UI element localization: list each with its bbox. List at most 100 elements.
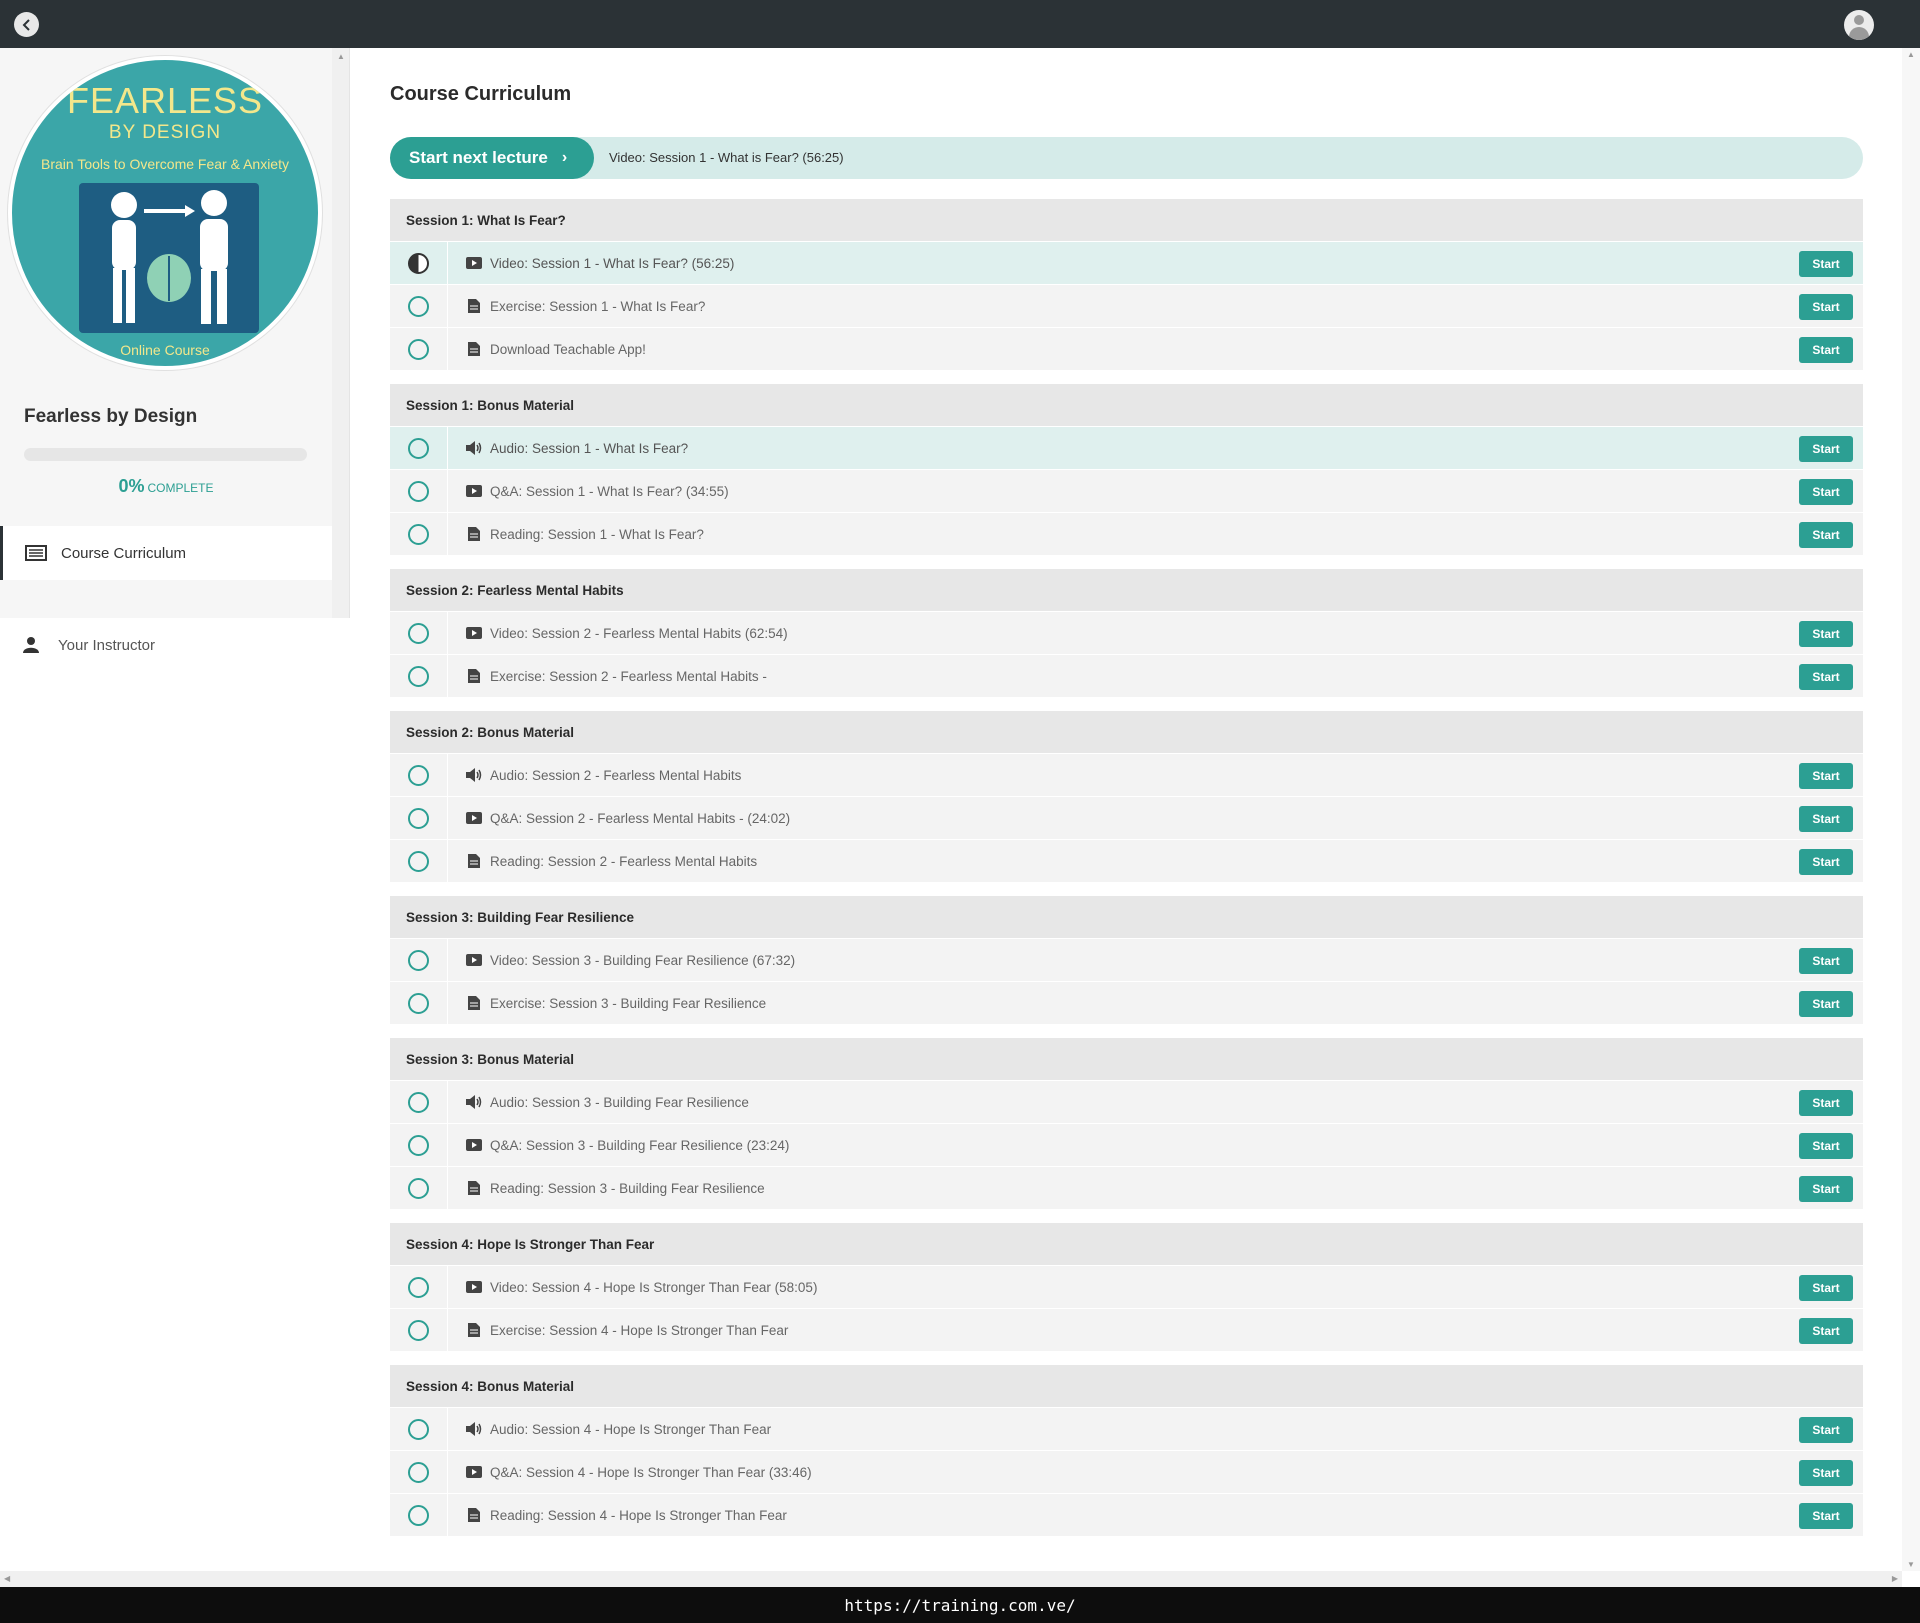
lecture-title[interactable]: Exercise: Session 1 - What Is Fear? bbox=[490, 299, 705, 314]
lecture-title[interactable]: Reading: Session 4 - Hope Is Stronger Th… bbox=[490, 1508, 787, 1523]
completion-circle-icon bbox=[408, 1418, 429, 1440]
chevron-right-icon: › bbox=[561, 149, 568, 166]
lecture-row[interactable]: Video: Session 3 - Building Fear Resilie… bbox=[390, 938, 1863, 981]
sidebar-item-your-instructor[interactable]: Your Instructor bbox=[0, 630, 332, 660]
start-button[interactable]: Start bbox=[1799, 522, 1853, 548]
lecture-title[interactable]: Audio: Session 3 - Building Fear Resilie… bbox=[490, 1095, 749, 1110]
curriculum-sections: Session 1: What Is Fear? Video: Session 1… bbox=[390, 199, 1863, 1550]
lecture-row[interactable]: Q&A: Session 2 - Fearless Mental Habits … bbox=[390, 796, 1863, 839]
lecture-title[interactable]: Audio: Session 1 - What Is Fear? bbox=[490, 441, 688, 456]
lecture-title[interactable]: Q&A: Session 3 - Building Fear Resilienc… bbox=[490, 1138, 789, 1153]
progress-percent: 0% bbox=[118, 476, 145, 496]
start-button[interactable]: Start bbox=[1799, 991, 1853, 1017]
curriculum-section: Session 4: Bonus Material Audio: Session … bbox=[390, 1365, 1863, 1536]
lecture-row[interactable]: Audio: Session 2 - Fearless Mental Habit… bbox=[390, 753, 1863, 796]
lecture-title[interactable]: Exercise: Session 2 - Fearless Mental Ha… bbox=[490, 669, 767, 684]
lecture-title[interactable]: Audio: Session 2 - Fearless Mental Habit… bbox=[490, 768, 741, 783]
start-button[interactable]: Start bbox=[1799, 1417, 1853, 1443]
lecture-title[interactable]: Reading: Session 2 - Fearless Mental Hab… bbox=[490, 854, 757, 869]
user-avatar-icon[interactable] bbox=[1844, 10, 1874, 40]
lecture-title[interactable]: Audio: Session 4 - Hope Is Stronger Than… bbox=[490, 1422, 771, 1437]
lecture-row[interactable]: Reading: Session 3 - Building Fear Resil… bbox=[390, 1166, 1863, 1209]
start-button[interactable]: Start bbox=[1799, 479, 1853, 505]
lecture-row[interactable]: Exercise: Session 2 - Fearless Mental Ha… bbox=[390, 654, 1863, 697]
lecture-status bbox=[390, 1408, 448, 1450]
start-button[interactable]: Start bbox=[1799, 337, 1853, 363]
completion-circle-icon bbox=[408, 437, 429, 459]
logo-tagline: Brain Tools to Overcome Fear & Anxiety bbox=[41, 156, 289, 172]
start-button[interactable]: Start bbox=[1799, 948, 1853, 974]
section-title: Session 4: Hope Is Stronger Than Fear bbox=[390, 1223, 1863, 1265]
start-button[interactable]: Start bbox=[1799, 1090, 1853, 1116]
url-bar: https://training.com.ve/ bbox=[0, 1587, 1920, 1623]
lecture-row[interactable]: Download Teachable App! Start bbox=[390, 327, 1863, 370]
lecture-title[interactable]: Q&A: Session 2 - Fearless Mental Habits … bbox=[490, 811, 790, 826]
lecture-row[interactable]: Audio: Session 1 - What Is Fear? Start bbox=[390, 426, 1863, 469]
course-logo: FEARLESS BY DESIGN Brain Tools to Overco… bbox=[8, 56, 322, 370]
start-button[interactable]: Start bbox=[1799, 1318, 1853, 1344]
next-lecture-title[interactable]: Video: Session 1 - What is Fear? (56:25) bbox=[609, 150, 844, 165]
lecture-title[interactable]: Video: Session 2 - Fearless Mental Habit… bbox=[490, 626, 788, 641]
video-icon bbox=[466, 626, 482, 640]
lecture-row[interactable]: Exercise: Session 3 - Building Fear Resi… bbox=[390, 981, 1863, 1024]
lecture-status bbox=[390, 1081, 448, 1123]
start-button[interactable]: Start bbox=[1799, 849, 1853, 875]
start-button[interactable]: Start bbox=[1799, 1133, 1853, 1159]
lecture-title[interactable]: Video: Session 1 - What Is Fear? (56:25) bbox=[490, 256, 734, 271]
lecture-row[interactable]: Video: Session 2 - Fearless Mental Habit… bbox=[390, 611, 1863, 654]
section-title: Session 1: Bonus Material bbox=[390, 384, 1863, 426]
completion-circle-icon bbox=[408, 992, 429, 1014]
lecture-title[interactable]: Video: Session 4 - Hope Is Stronger Than… bbox=[490, 1280, 817, 1295]
start-button[interactable]: Start bbox=[1799, 806, 1853, 832]
lecture-status bbox=[390, 1494, 448, 1536]
start-button[interactable]: Start bbox=[1799, 1503, 1853, 1529]
document-icon bbox=[466, 1181, 482, 1195]
lecture-row[interactable]: Reading: Session 1 - What Is Fear? Start bbox=[390, 512, 1863, 555]
lecture-row[interactable]: Audio: Session 3 - Building Fear Resilie… bbox=[390, 1080, 1863, 1123]
lecture-row[interactable]: Video: Session 4 - Hope Is Stronger Than… bbox=[390, 1265, 1863, 1308]
lecture-row[interactable]: Q&A: Session 1 - What Is Fear? (34:55) St… bbox=[390, 469, 1863, 512]
lecture-row[interactable]: Audio: Session 4 - Hope Is Stronger Than… bbox=[390, 1407, 1863, 1450]
page-scrollbar[interactable]: ▲ ▼ bbox=[1902, 48, 1920, 1571]
sidebar-scrollbar[interactable]: ▲ bbox=[332, 48, 349, 618]
lecture-row[interactable]: Q&A: Session 4 - Hope Is Stronger Than F… bbox=[390, 1450, 1863, 1493]
curriculum-section: Session 3: Bonus Material Audio: Session … bbox=[390, 1038, 1863, 1209]
lecture-row[interactable]: Q&A: Session 3 - Building Fear Resilienc… bbox=[390, 1123, 1863, 1166]
start-button[interactable]: Start bbox=[1799, 436, 1853, 462]
video-icon bbox=[466, 953, 482, 967]
lecture-title[interactable]: Reading: Session 1 - What Is Fear? bbox=[490, 527, 704, 542]
lecture-title[interactable]: Exercise: Session 4 - Hope Is Stronger T… bbox=[490, 1323, 788, 1338]
start-button[interactable]: Start bbox=[1799, 1176, 1853, 1202]
lecture-title[interactable]: Exercise: Session 3 - Building Fear Resi… bbox=[490, 996, 766, 1011]
lecture-title[interactable]: Video: Session 3 - Building Fear Resilie… bbox=[490, 953, 795, 968]
curriculum-section: Session 2: Bonus Material Audio: Session … bbox=[390, 711, 1863, 882]
back-button[interactable] bbox=[14, 12, 39, 37]
lecture-status bbox=[390, 242, 448, 284]
lecture-row[interactable]: Video: Session 1 - What Is Fear? (56:25)… bbox=[390, 241, 1863, 284]
curriculum-section: Session 3: Building Fear Resilience Video… bbox=[390, 896, 1863, 1024]
completion-circle-icon bbox=[408, 1177, 429, 1199]
lecture-row[interactable]: Reading: Session 4 - Hope Is Stronger Th… bbox=[390, 1493, 1863, 1536]
lecture-row[interactable]: Reading: Session 2 - Fearless Mental Hab… bbox=[390, 839, 1863, 882]
start-next-lecture-button[interactable]: Start next lecture › bbox=[390, 137, 594, 179]
sidebar-item-label: Your Instructor bbox=[58, 636, 155, 654]
start-button[interactable]: Start bbox=[1799, 294, 1853, 320]
start-button[interactable]: Start bbox=[1799, 763, 1853, 789]
person-icon bbox=[22, 636, 48, 654]
start-button[interactable]: Start bbox=[1799, 251, 1853, 277]
lecture-status bbox=[390, 840, 448, 882]
lecture-title[interactable]: Q&A: Session 4 - Hope Is Stronger Than F… bbox=[490, 1465, 812, 1480]
lecture-status bbox=[390, 754, 448, 796]
horizontal-scrollbar[interactable]: ◀ ▶ bbox=[0, 1571, 1902, 1587]
lecture-row[interactable]: Exercise: Session 4 - Hope Is Stronger T… bbox=[390, 1308, 1863, 1351]
lecture-title[interactable]: Download Teachable App! bbox=[490, 342, 646, 357]
start-button[interactable]: Start bbox=[1799, 621, 1853, 647]
start-button[interactable]: Start bbox=[1799, 1460, 1853, 1486]
completion-circle-icon bbox=[408, 523, 429, 545]
lecture-row[interactable]: Exercise: Session 1 - What Is Fear? Start bbox=[390, 284, 1863, 327]
lecture-title[interactable]: Q&A: Session 1 - What Is Fear? (34:55) bbox=[490, 484, 729, 499]
sidebar-item-course-curriculum[interactable]: Course Curriculum bbox=[0, 526, 332, 580]
start-button[interactable]: Start bbox=[1799, 1275, 1853, 1301]
lecture-title[interactable]: Reading: Session 3 - Building Fear Resil… bbox=[490, 1181, 765, 1196]
start-button[interactable]: Start bbox=[1799, 664, 1853, 690]
